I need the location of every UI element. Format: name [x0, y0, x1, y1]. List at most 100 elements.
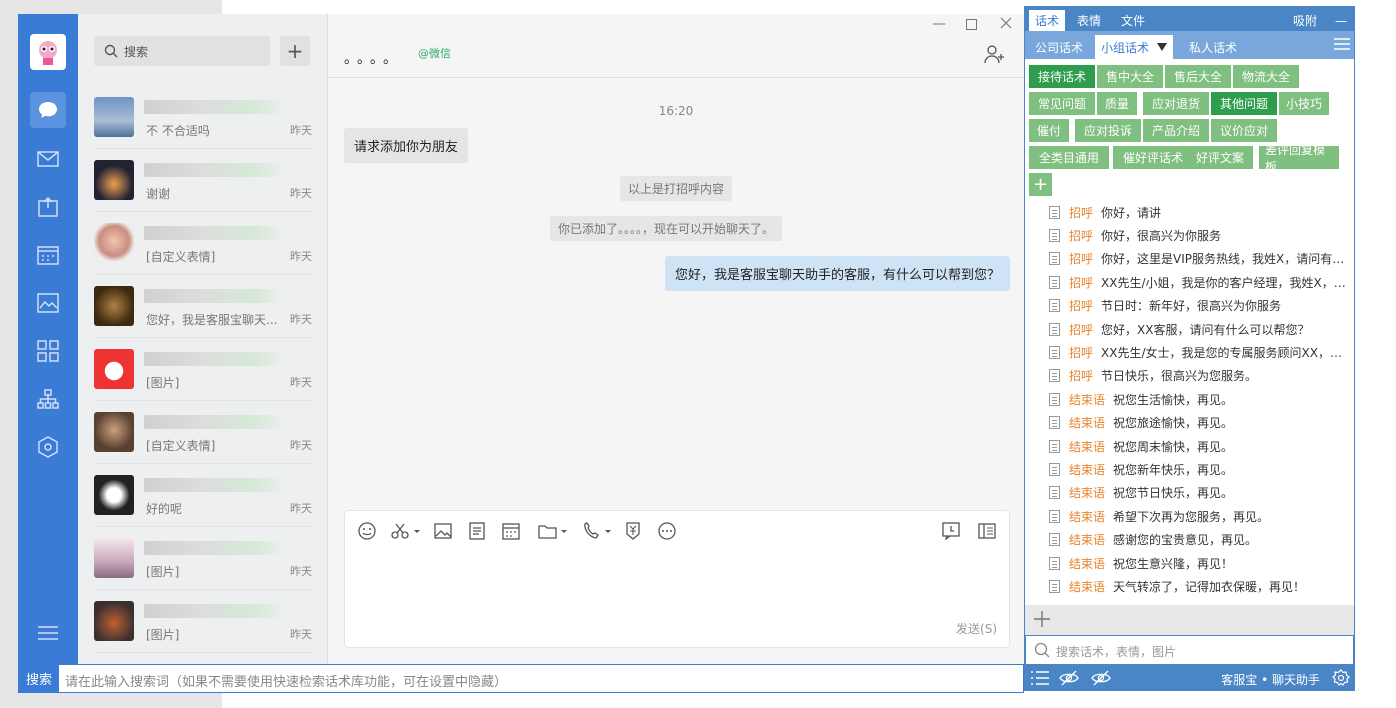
org-chart-icon[interactable] — [35, 386, 61, 412]
add-icon[interactable] — [1033, 610, 1051, 631]
send-button[interactable]: 发送(S) — [956, 620, 997, 637]
tab-scripts[interactable]: 话术 — [1029, 10, 1066, 31]
add-category-button[interactable]: + — [1029, 173, 1052, 196]
outgoing-message: 您好，我是客服宝聊天助手的客服，有什么可以帮到您？ — [664, 256, 1010, 291]
quick-search-input[interactable]: 请在此输入搜索词（如果不需要使用快速检索话术库功能，可在设置中隐藏） — [65, 671, 507, 690]
tab-group-scripts[interactable]: 小组话术 — [1095, 35, 1174, 59]
tab-company-scripts[interactable]: 公司话术 — [1029, 35, 1089, 59]
script-item[interactable]: 结束语 希望下次再为您服务，再见。 — [1049, 506, 1351, 526]
chat-icon[interactable] — [30, 92, 66, 128]
tab-files[interactable]: 文件 — [1115, 10, 1151, 31]
sidebar-toggle-icon[interactable] — [977, 521, 997, 541]
category-tag[interactable]: 其他问题 — [1211, 92, 1277, 115]
list-item[interactable]: 谢谢 昨天 — [94, 149, 312, 212]
close-button[interactable] — [1000, 17, 1012, 33]
script-item[interactable]: 招呼 你好，请讲 — [1049, 202, 1351, 222]
avatar — [94, 160, 134, 200]
category-tag[interactable]: 差评回复模板 — [1259, 143, 1339, 174]
apps-icon[interactable] — [35, 338, 61, 364]
tab-private-scripts[interactable]: 私人话术 — [1183, 35, 1243, 59]
contact-name-blurred — [144, 604, 284, 618]
category-tag[interactable]: 全类目通用 — [1029, 146, 1109, 169]
category-tag[interactable]: 售后大全 — [1165, 65, 1231, 88]
last-message: [图片] — [146, 376, 180, 390]
category-tag[interactable]: 应对退货 — [1143, 92, 1209, 115]
avatar[interactable] — [30, 34, 66, 70]
script-category: 结束语 — [1069, 579, 1106, 594]
script-item[interactable]: 结束语 祝您节日快乐，再见。 — [1049, 483, 1351, 503]
category-tag[interactable]: 好评文案 — [1187, 146, 1253, 169]
maximize-button[interactable] — [966, 18, 977, 34]
add-friend-icon[interactable] — [984, 44, 1006, 67]
minimize-button[interactable]: — — [1329, 10, 1353, 31]
cube-icon[interactable] — [35, 434, 61, 460]
list-item[interactable]: [图片] 昨天 — [94, 527, 312, 590]
mail-icon[interactable] — [35, 146, 61, 172]
list-item[interactable]: [自定义表情] 昨天 — [94, 212, 312, 275]
minimize-button[interactable]: — — [932, 16, 946, 32]
script-item[interactable]: 结束语 祝您周末愉快，再见。 — [1049, 436, 1351, 456]
script-item[interactable]: 结束语 祝您生活愉快，再见。 — [1049, 389, 1351, 409]
script-item[interactable]: 招呼 节日快乐，很高兴为您服务。 — [1049, 366, 1351, 386]
script-item[interactable]: 结束语 祝您旅途愉快，再见。 — [1049, 413, 1351, 433]
list-item[interactable]: 好的呢 昨天 — [94, 464, 312, 527]
category-tag[interactable]: 质量 — [1097, 92, 1137, 115]
document-icon — [1049, 556, 1060, 570]
image-icon[interactable] — [433, 521, 453, 541]
calendar-icon[interactable] — [501, 521, 521, 541]
search-input[interactable]: 搜索 — [94, 36, 270, 66]
category-tag[interactable]: 小技巧 — [1279, 92, 1329, 115]
list-item[interactable]: [图片] 昨天 — [94, 590, 312, 653]
phone-icon[interactable] — [581, 521, 613, 541]
last-message: 不 不合适吗 — [146, 124, 210, 138]
avatar — [94, 97, 134, 137]
script-item[interactable]: 招呼 节日时：新年好，很高兴为你服务 — [1049, 296, 1351, 316]
calendar-icon[interactable] — [35, 242, 61, 268]
category-tag[interactable]: 售中大全 — [1097, 65, 1163, 88]
script-item[interactable]: 招呼 XX先生/女士，我是您的专属服务顾问XX，很... — [1049, 342, 1351, 362]
script-item[interactable]: 招呼 XX先生/小姐，我是你的客户经理，我姓X，很... — [1049, 272, 1351, 292]
quick-search-bar[interactable]: 搜索 请在此输入搜索词（如果不需要使用快速检索话术库功能，可在设置中隐藏） — [18, 664, 1024, 693]
message-composer[interactable]: 发送(S) — [344, 510, 1010, 648]
favorites-icon[interactable] — [35, 194, 61, 220]
script-item[interactable]: 招呼 您好，XX客服，请问有什么可以帮您？ — [1049, 319, 1351, 339]
tab-stickers[interactable]: 表情 — [1071, 10, 1107, 31]
folder-icon[interactable] — [537, 521, 569, 541]
document-icon — [1049, 345, 1060, 359]
list-item[interactable]: [图片] 昨天 — [94, 338, 312, 401]
category-tag[interactable]: 催好评话术 — [1113, 146, 1193, 169]
document-icon[interactable] — [467, 521, 487, 541]
script-text: 节日快乐，很高兴为您服务。 — [1101, 369, 1258, 384]
script-item[interactable]: 结束语 感谢您的宝贵意见，再见。 — [1049, 530, 1351, 550]
category-tag[interactable]: 产品介绍 — [1143, 119, 1209, 142]
menu-icon[interactable] — [35, 620, 61, 646]
category-tag[interactable]: 物流大全 — [1233, 65, 1299, 88]
emoji-icon[interactable] — [357, 521, 377, 541]
category-tag[interactable]: 催付 — [1029, 119, 1069, 142]
script-item[interactable]: 结束语 天气转凉了，记得加衣保暖，再见！ — [1049, 576, 1351, 596]
attach-button[interactable]: 吸附 — [1287, 10, 1323, 31]
add-button[interactable]: + — [280, 36, 310, 66]
script-item[interactable]: 结束语 祝您生意兴隆，再见！ — [1049, 553, 1351, 573]
menu-icon[interactable] — [1334, 38, 1350, 53]
list-item[interactable]: 不 不合适吗 昨天 — [94, 86, 312, 149]
script-item[interactable]: 结束语 祝您新年快乐，再见。 — [1049, 459, 1351, 479]
more-icon[interactable] — [657, 521, 677, 541]
script-item[interactable]: 招呼 你好，这里是VIP服务热线，我姓X，请问有什... — [1049, 249, 1351, 269]
list-icon[interactable] — [1031, 671, 1049, 688]
category-tag[interactable]: 应对投诉 — [1075, 119, 1141, 142]
category-tag[interactable]: 议价应对 — [1211, 119, 1277, 142]
list-item[interactable]: [自定义表情] 昨天 — [94, 401, 312, 464]
eye-hidden-icon[interactable] — [1091, 670, 1111, 689]
eye-hidden-icon[interactable] — [1059, 670, 1079, 689]
money-icon[interactable] — [623, 521, 643, 541]
moments-icon[interactable] — [35, 290, 61, 316]
screenshot-icon[interactable] — [389, 521, 421, 541]
list-item[interactable]: 您好，我是客服宝聊天... 昨天 — [94, 275, 312, 338]
category-tag[interactable]: 常见问题 — [1029, 92, 1095, 115]
script-item[interactable]: 招呼 你好，很高兴为你服务 — [1049, 225, 1351, 245]
gear-icon[interactable] — [1332, 669, 1350, 690]
chat-history-icon[interactable] — [941, 521, 961, 541]
category-tag[interactable]: 接待话术 — [1029, 65, 1095, 88]
assistant-search-input[interactable]: 搜索话术，表情，图片 — [1025, 635, 1354, 665]
